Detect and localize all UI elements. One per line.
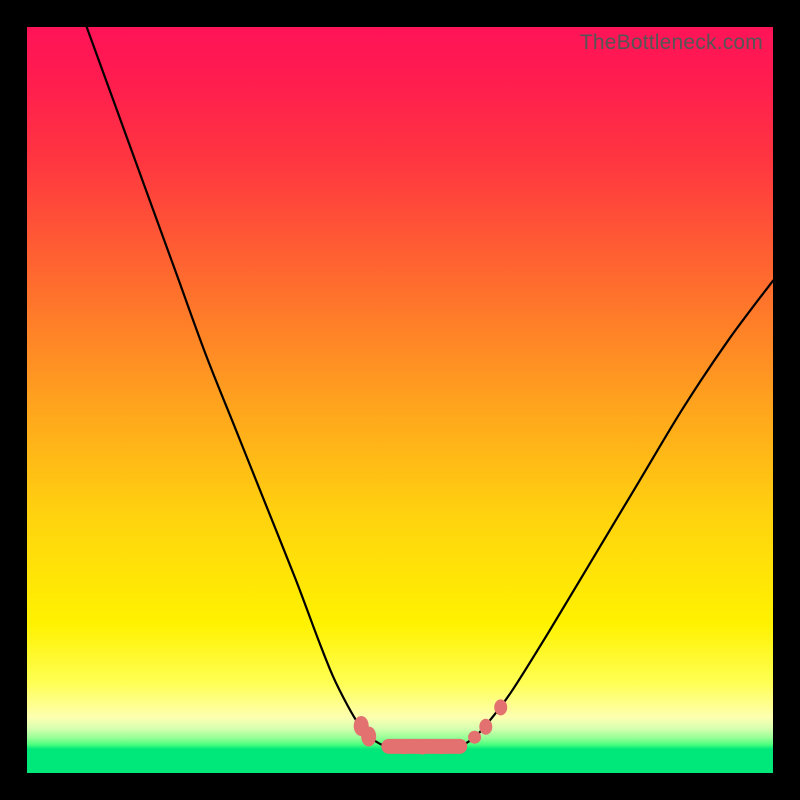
valley-marker [416,742,429,755]
valley-marker [382,740,395,753]
valley-marker [453,740,466,753]
bottleneck-curve [87,27,773,748]
valley-marker [494,699,507,715]
valley-marker [435,741,448,754]
plot-area: TheBottleneck.com [27,27,773,773]
valley-marker [468,731,481,744]
valley-marker [361,726,376,746]
chart-overlay [27,27,773,773]
outer-frame: TheBottleneck.com [0,0,800,800]
valley-marker [479,719,492,735]
valley-marker [397,741,410,754]
valley-markers [354,699,508,754]
